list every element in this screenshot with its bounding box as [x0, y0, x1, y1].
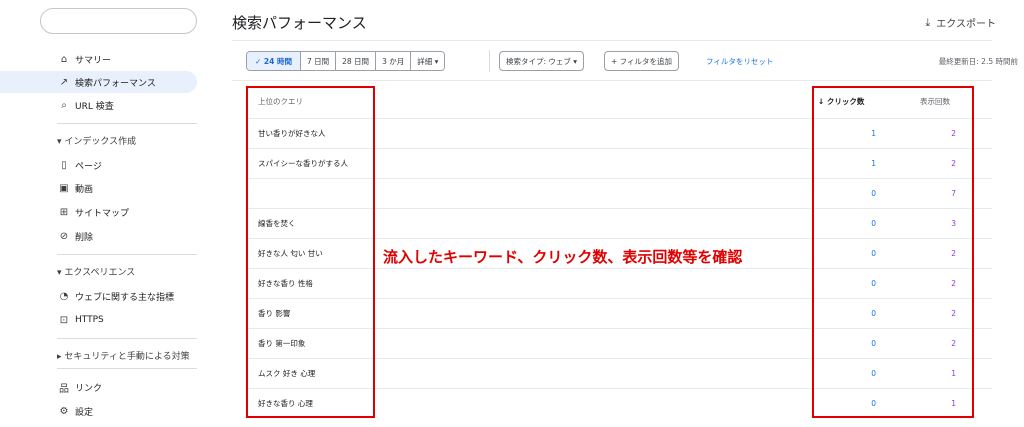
date-range-more[interactable]: 詳細 ▾ [411, 52, 445, 70]
highlight-box-queries [246, 86, 375, 418]
add-filter-button[interactable]: + フィルタを追加 [604, 51, 680, 71]
search-type-dropdown[interactable]: 検索タイプ: ウェブ ▾ [499, 51, 585, 71]
export-label: エクスポート [936, 19, 996, 30]
highlight-box-metrics [812, 86, 974, 418]
sidebar-item-pages[interactable]: ▯ ページ [0, 154, 197, 176]
search-icon: ⌕ [61, 99, 67, 111]
header-divider [232, 40, 992, 41]
sidebar-item-label: サイトマップ [75, 208, 130, 219]
chip-label: 検索タイプ: ウェブ [506, 56, 571, 66]
home-icon: ⌂ [60, 53, 68, 65]
sidebar-divider [57, 254, 197, 255]
property-search-input[interactable] [40, 8, 197, 34]
annotation-text: 流入したキーワード、クリック数、表示回数等を確認 [383, 248, 743, 266]
removal-icon: ⊘ [59, 230, 69, 242]
sidebar-item-label: 削除 [75, 232, 94, 243]
sidebar-item-label: 設定 [75, 407, 94, 418]
sidebar-item-label: リンク [75, 383, 103, 394]
sidebar-item-label: ページ [75, 161, 102, 172]
sidebar-divider [57, 123, 197, 124]
gear-icon: ⚙ [59, 405, 69, 417]
sidebar-item-label: ウェブに関する主な指標 [75, 292, 175, 303]
date-range-3m[interactable]: 3 か月 [376, 52, 412, 70]
chip-label: 3 か月 [382, 56, 405, 66]
video-icon: ▣ [59, 182, 69, 194]
caret-down-icon: ▾ [570, 56, 578, 66]
section-title: セキュリティと手動による対策 [64, 352, 190, 362]
sidebar: ⌂ サマリー ↗ 検索パフォーマンス ⌕ URL 検査 ▾ インデックス作成 ▯… [0, 0, 210, 427]
sitemap-icon: ⊞ [59, 206, 69, 218]
sidebar-item-label: サマリー [75, 55, 112, 66]
sidebar-item-url-inspection[interactable]: ⌕ URL 検査 [0, 94, 197, 116]
chip-label: 28 日間 [342, 56, 370, 66]
export-button[interactable]: ⤓ エクスポート [925, 15, 996, 31]
sidebar-item-video[interactable]: ▣ 動画 [0, 177, 197, 199]
sidebar-divider [57, 338, 197, 339]
plus-icon: + [611, 56, 620, 66]
lock-icon: ⊡ [59, 314, 69, 326]
chip-label: 詳細 [417, 56, 433, 66]
caret-down-icon: ▾ [432, 56, 439, 66]
sidebar-item-performance[interactable]: ↗ 検索パフォーマンス [0, 71, 197, 93]
chip-label: 24 時間 [263, 56, 292, 66]
download-icon: ⤓ [925, 15, 931, 29]
gauge-icon: ◔ [59, 290, 69, 302]
sidebar-item-https[interactable]: ⊡ HTTPS [0, 309, 197, 331]
sidebar-item-summary[interactable]: ⌂ サマリー [0, 48, 197, 70]
chip-label: フィルタを追加 [619, 56, 673, 66]
sidebar-section-security[interactable]: ▸ セキュリティと手動による対策 [57, 349, 190, 362]
section-title: インデックス作成 [64, 137, 137, 147]
filter-divider [489, 50, 490, 72]
reset-filters-link[interactable]: フィルタをリセット [706, 56, 773, 67]
sidebar-divider [57, 368, 197, 369]
sidebar-item-settings[interactable]: ⚙ 設定 [0, 400, 197, 422]
date-range-7d[interactable]: 7 日間 [300, 52, 337, 70]
pages-icon: ▯ [61, 159, 67, 171]
section-title: エクスペリエンス [64, 268, 136, 278]
sidebar-item-label: URL 検査 [75, 101, 114, 112]
table-top-divider [232, 80, 992, 81]
sidebar-section-experience[interactable]: ▾ エクスペリエンス [57, 265, 135, 278]
sidebar-item-label: 検索パフォーマンス [75, 78, 156, 89]
chip-label: 7 日間 [306, 56, 330, 66]
sidebar-item-label: HTTPS [75, 315, 104, 325]
date-range-selector: ✓ 24 時間 7 日間 28 日間 3 か月 詳細 ▾ [246, 51, 446, 71]
trending-icon: ↗ [59, 76, 69, 88]
date-range-24h[interactable]: ✓ 24 時間 [247, 52, 301, 70]
sidebar-section-indexing[interactable]: ▾ インデックス作成 [57, 134, 136, 147]
sidebar-item-removals[interactable]: ⊘ 削除 [0, 225, 197, 247]
date-range-28d[interactable]: 28 日間 [336, 52, 377, 70]
page-title: 検索パフォーマンス [232, 14, 367, 32]
check-icon: ✓ [255, 56, 264, 66]
links-icon: 品 [59, 383, 69, 395]
last-updated-text: 最終更新日: 2.5 時間前 [938, 57, 1018, 66]
sidebar-item-links[interactable]: 品 リンク [0, 376, 197, 398]
sidebar-item-label: 動画 [75, 184, 94, 195]
sidebar-item-sitemaps[interactable]: ⊞ サイトマップ [0, 201, 197, 223]
sidebar-item-core-web-vitals[interactable]: ◔ ウェブに関する主な指標 [0, 285, 197, 307]
